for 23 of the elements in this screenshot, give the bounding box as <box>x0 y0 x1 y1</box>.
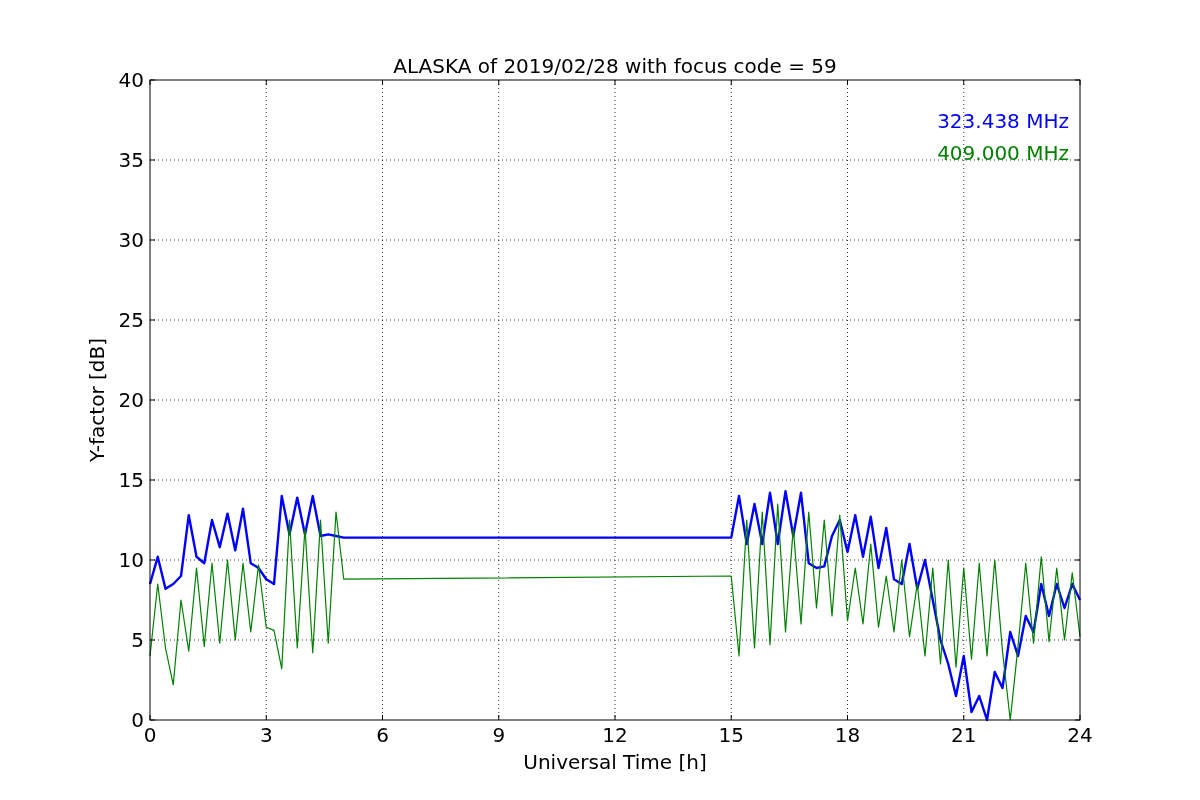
tick-label: 3 <box>259 723 273 747</box>
tick-label: 0 <box>131 708 144 732</box>
tick-label: 21 <box>951 723 977 747</box>
tick-label: 25 <box>118 308 144 332</box>
tick-label: 0 <box>143 723 157 747</box>
tick-label: 6 <box>376 723 389 747</box>
tick-label: 20 <box>118 388 144 412</box>
tick-label: 10 <box>118 548 144 572</box>
axis-label: Universal Time [h] <box>523 750 707 774</box>
tick-label: 24 <box>1067 723 1093 747</box>
tick-label: 12 <box>602 723 628 747</box>
tick-label: 5 <box>131 628 144 652</box>
chart-title: ALASKA of 2019/02/28 with focus code = 59 <box>393 54 837 78</box>
tick-label: 18 <box>834 723 861 747</box>
legend-label: 323.438 MHz <box>937 109 1069 133</box>
tick-label: 40 <box>118 68 144 92</box>
axis-label: Y-factor [dB] <box>85 338 109 462</box>
tick-label: 15 <box>718 723 744 747</box>
tick-label: 30 <box>118 228 144 252</box>
legend-label: 409.000 MHz <box>937 141 1069 165</box>
tick-label: 9 <box>492 723 506 747</box>
tick-label: 15 <box>118 468 144 492</box>
tick-label: 35 <box>118 148 144 172</box>
